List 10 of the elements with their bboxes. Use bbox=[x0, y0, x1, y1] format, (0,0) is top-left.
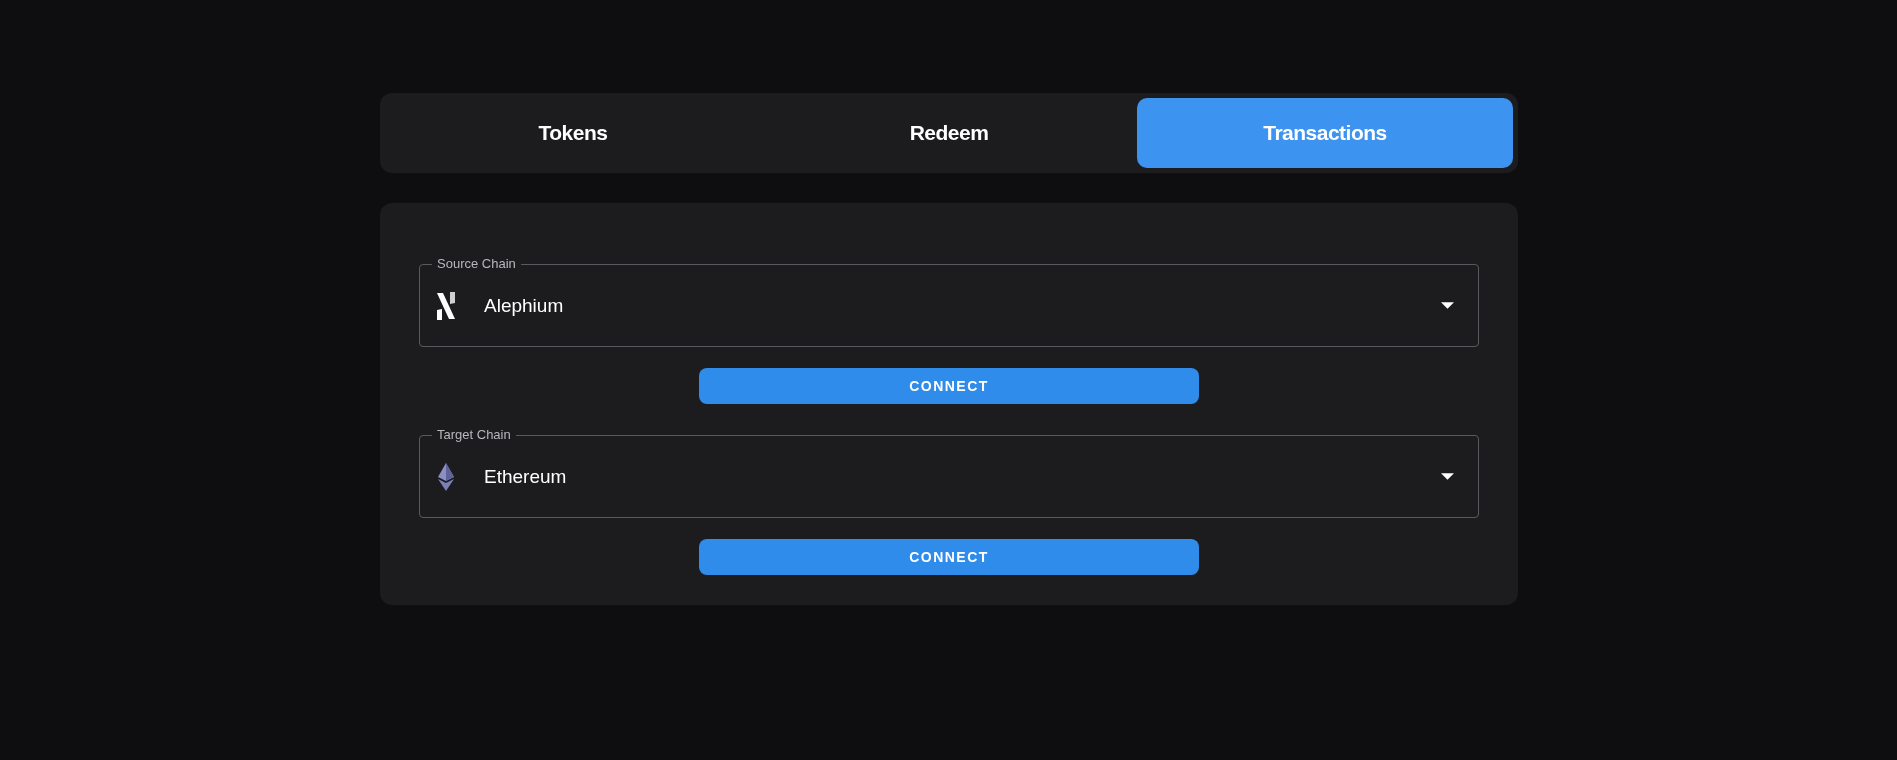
tab[interactable]: Tokens bbox=[385, 98, 761, 168]
field-label: Target Chain bbox=[432, 427, 516, 442]
field-label: Source Chain bbox=[432, 256, 521, 271]
field-value: Alephium bbox=[484, 294, 564, 317]
logo-icon bbox=[436, 290, 456, 321]
caret-icon bbox=[1441, 473, 1454, 480]
tab[interactable]: Redeem bbox=[761, 98, 1137, 168]
field-value: Ethereum bbox=[484, 465, 567, 488]
caret-icon bbox=[1441, 302, 1454, 309]
diamond-icon bbox=[436, 461, 456, 492]
